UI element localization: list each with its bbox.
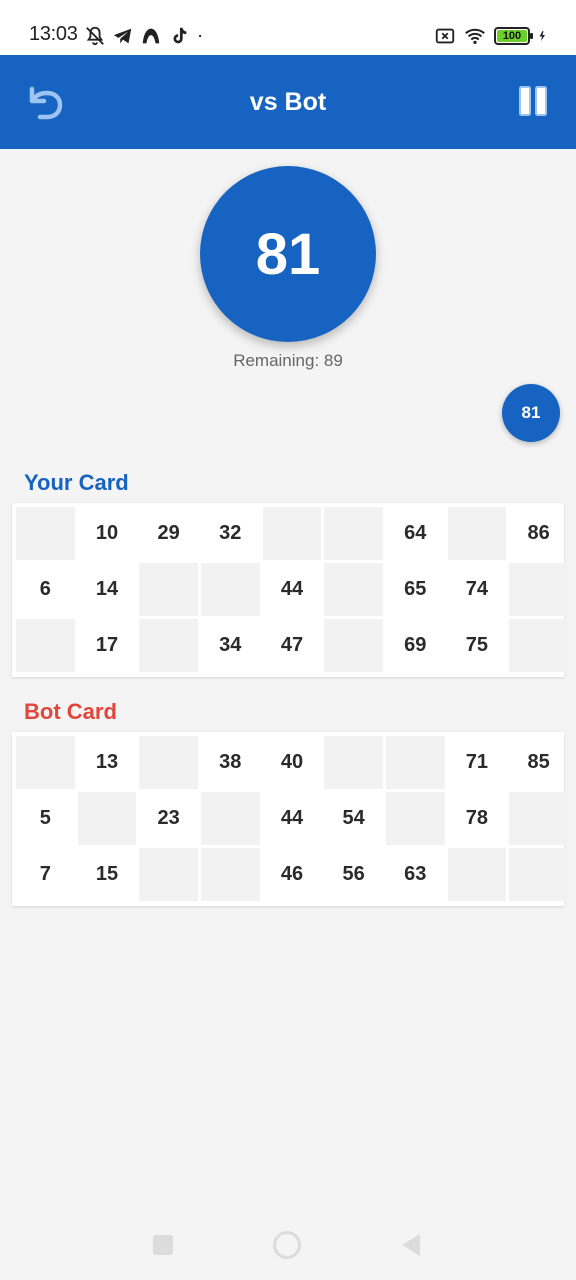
page-title: vs Bot <box>249 88 327 116</box>
your-card-cell[interactable] <box>447 507 507 560</box>
bot-card-cell[interactable]: 56 <box>324 848 383 901</box>
bot-card-cell[interactable]: 15 <box>78 848 137 901</box>
bot-card-cell[interactable] <box>509 848 568 901</box>
bot-card-cell[interactable]: 5 <box>16 792 75 845</box>
your-card-cell[interactable] <box>324 563 383 616</box>
bot-card-title: Bot Card <box>24 699 117 724</box>
your-card-cell[interactable] <box>16 507 75 560</box>
your-card-cell[interactable]: 64 <box>386 507 445 560</box>
bot-card-cell[interactable]: 40 <box>263 736 322 789</box>
your-card-cell[interactable] <box>200 563 260 616</box>
your-card-cell[interactable] <box>509 563 568 616</box>
your-card-cell[interactable] <box>139 619 198 672</box>
your-card-cell[interactable]: 32 <box>201 507 260 560</box>
bot-card-cell[interactable] <box>77 792 137 845</box>
your-card-cell[interactable]: 6 <box>16 563 75 616</box>
bot-card-cell[interactable] <box>324 736 383 789</box>
bot-card-cell[interactable]: 85 <box>509 736 568 789</box>
bot-card-cell[interactable]: 38 <box>201 736 260 789</box>
your-card-cell[interactable]: 29 <box>139 507 198 560</box>
battery-level: 100 <box>502 30 522 42</box>
bot-card-cell[interactable]: 13 <box>78 736 137 789</box>
battery-icon: 100 <box>494 27 533 45</box>
status-icons-right: 100 <box>434 24 550 48</box>
bot-card-cell[interactable]: 7 <box>16 848 75 901</box>
charging-icon <box>539 31 545 41</box>
pause-button[interactable] <box>516 83 550 119</box>
your-card-grid: 10 29 32 64 86 6 14 44 65 74 17 34 47 69 75 <box>16 507 568 672</box>
bot-card-cell[interactable] <box>200 792 260 845</box>
bot-card-cell[interactable]: 46 <box>263 848 322 901</box>
pause-icon <box>519 86 547 116</box>
home-button[interactable] <box>273 1231 301 1259</box>
your-card-cell[interactable] <box>262 507 322 560</box>
bot-card-cell[interactable] <box>509 792 568 845</box>
your-card-cell[interactable] <box>324 507 383 560</box>
remaining-count: Remaining: 89 <box>233 351 343 370</box>
bot-card: 13 38 40 71 85 5 23 44 54 78 7 15 46 56 63 <box>12 732 568 906</box>
telegram-icon <box>113 28 132 44</box>
bot-card-cell[interactable] <box>385 792 445 845</box>
your-card-cell[interactable]: 65 <box>386 563 445 616</box>
sim-off-icon <box>435 28 455 44</box>
your-card-cell[interactable]: 44 <box>263 563 322 616</box>
bot-card-cell[interactable] <box>139 736 198 789</box>
history-ball: 81 <box>502 384 560 442</box>
your-card-cell[interactable]: 86 <box>509 507 568 560</box>
your-card: 10 29 32 64 86 6 14 44 65 74 17 34 47 69 75 <box>12 503 568 677</box>
your-card-cell[interactable] <box>139 563 198 616</box>
bot-card-grid: 13 38 40 71 85 5 23 44 54 78 7 15 46 56 63 <box>16 736 568 901</box>
your-card-cell[interactable]: 17 <box>78 619 137 672</box>
tiktok-icon <box>173 27 187 44</box>
bot-card-cell[interactable]: 54 <box>324 792 383 845</box>
bot-card-cell[interactable] <box>139 848 198 901</box>
dot-icon <box>198 34 202 38</box>
current-ball: 81 <box>200 166 376 342</box>
bot-card-cell[interactable]: 63 <box>386 848 445 901</box>
bot-card-cell[interactable]: 44 <box>263 792 322 845</box>
status-icons-left <box>84 24 210 48</box>
your-card-cell[interactable]: 10 <box>78 507 137 560</box>
bot-card-cell[interactable]: 78 <box>448 792 507 845</box>
bot-card-cell[interactable] <box>447 848 507 901</box>
your-card-cell[interactable]: 75 <box>448 619 507 672</box>
status-bar: 13:03 100 <box>0 0 576 55</box>
bot-card-cell[interactable] <box>16 736 75 789</box>
system-back-button[interactable] <box>402 1234 420 1256</box>
recents-button[interactable] <box>153 1235 173 1255</box>
your-card-cell[interactable] <box>509 619 568 672</box>
your-card-title: Your Card <box>24 470 129 495</box>
status-time: 13:03 <box>29 23 78 45</box>
your-card-cell[interactable]: 74 <box>448 563 507 616</box>
system-nav-bar <box>0 1210 576 1280</box>
current-ball-number: 81 <box>255 221 321 287</box>
your-card-cell[interactable]: 69 <box>386 619 445 672</box>
bot-card-cell[interactable] <box>200 848 260 901</box>
bot-card-cell[interactable] <box>385 736 445 789</box>
app-bar: vs Bot <box>0 55 576 149</box>
your-card-cell[interactable]: 14 <box>78 563 137 616</box>
bot-card-cell[interactable]: 71 <box>448 736 507 789</box>
your-card-cell[interactable]: 34 <box>201 619 260 672</box>
your-card-cell[interactable] <box>324 619 383 672</box>
bot-card-cell[interactable]: 23 <box>139 792 198 845</box>
your-card-cell[interactable] <box>16 619 75 672</box>
bell-off-icon <box>86 26 104 46</box>
your-card-cell[interactable]: 47 <box>263 619 322 672</box>
wifi-icon <box>465 28 485 45</box>
arc-icon <box>142 28 160 44</box>
